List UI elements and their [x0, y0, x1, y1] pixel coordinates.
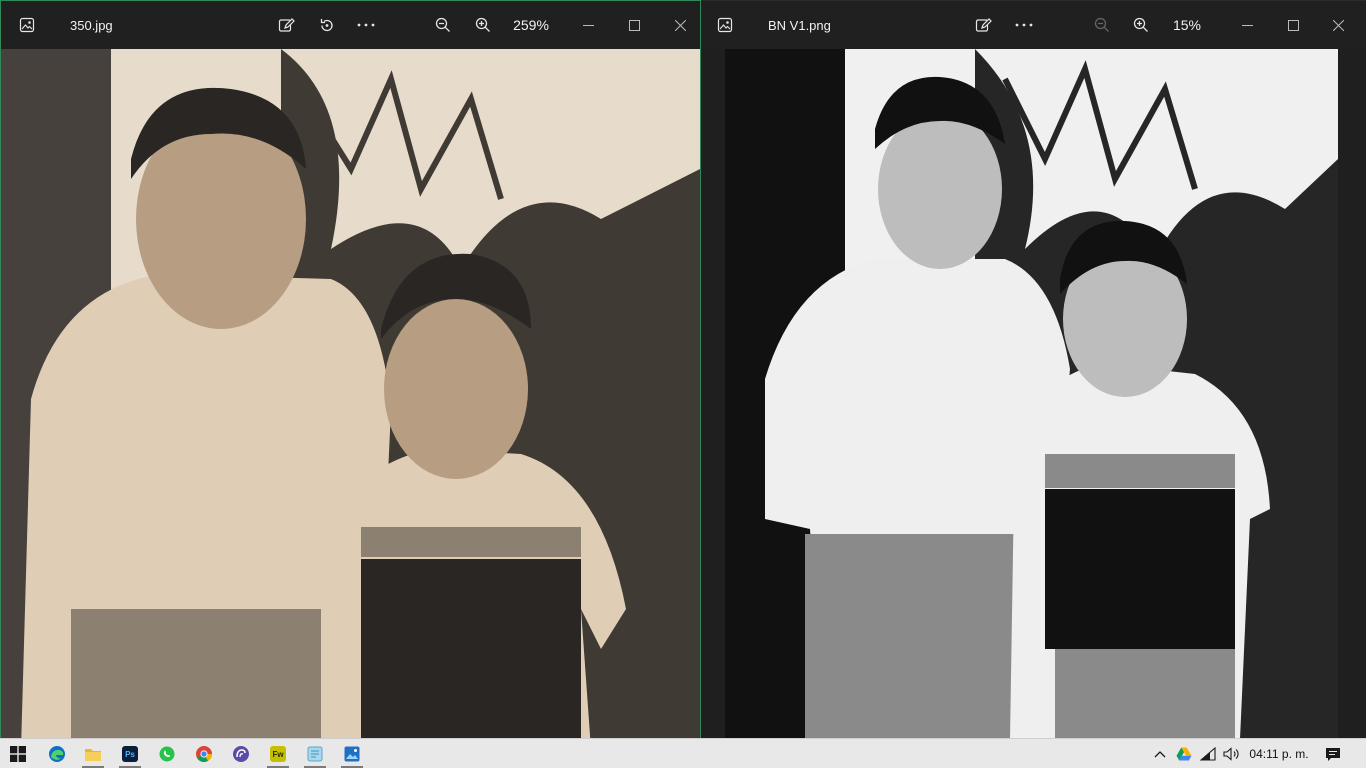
wifi-icon[interactable]: [1198, 739, 1218, 768]
edit-image-icon[interactable]: [970, 1, 996, 49]
google-drive-icon[interactable]: [1174, 739, 1194, 768]
photo-shape: [1045, 489, 1235, 649]
minimize-icon[interactable]: [573, 1, 603, 49]
photo-shape: [361, 559, 581, 738]
maximize-icon[interactable]: [619, 1, 649, 49]
title-bar: BN V1.png 15%: [701, 1, 1366, 49]
photos-window-right: BN V1.png 15%: [701, 0, 1366, 738]
chrome-icon[interactable]: [189, 739, 219, 768]
photo-sepia: [1, 49, 700, 738]
zoom-out-icon[interactable]: [1089, 1, 1115, 49]
photos-icon[interactable]: [337, 739, 367, 768]
notifications-icon[interactable]: [1320, 739, 1346, 768]
image-viewer[interactable]: [725, 49, 1338, 738]
notes-icon[interactable]: [300, 739, 330, 768]
edge-icon[interactable]: [42, 739, 72, 768]
close-icon[interactable]: [1323, 1, 1353, 49]
photo-shape: [71, 609, 321, 738]
image-icon[interactable]: [13, 1, 41, 49]
title-bar: 350.jpg 259%: [1, 1, 700, 49]
taskbar: Ps Fw 04:11 p. m.: [0, 738, 1366, 768]
minimize-icon[interactable]: [1232, 1, 1262, 49]
whatsapp-icon[interactable]: [152, 739, 182, 768]
arc-browser-icon[interactable]: [226, 739, 256, 768]
zoom-level[interactable]: 15%: [1165, 1, 1209, 49]
chevron-up-icon[interactable]: [1150, 739, 1170, 768]
photoshop-label: Ps: [122, 746, 138, 762]
photo-shape: [805, 534, 1015, 738]
photo-shape: [361, 527, 581, 557]
photo-shape: [878, 109, 1002, 269]
fireworks-icon[interactable]: Fw: [263, 739, 293, 768]
photo-shape: [384, 299, 528, 479]
photo-shape: [1045, 454, 1235, 488]
rotate-icon[interactable]: [313, 1, 339, 49]
photo-shape: [1055, 649, 1235, 738]
file-name: BN V1.png: [768, 17, 831, 33]
windows-start-icon[interactable]: [4, 739, 32, 768]
zoom-level[interactable]: 259%: [507, 1, 555, 49]
zoom-in-icon[interactable]: [1128, 1, 1154, 49]
zoom-out-icon[interactable]: [430, 1, 456, 49]
more-options-icon[interactable]: [1011, 1, 1037, 49]
maximize-icon[interactable]: [1278, 1, 1308, 49]
zoom-in-icon[interactable]: [470, 1, 496, 49]
photo-bw: [725, 49, 1338, 738]
photoshop-icon[interactable]: Ps: [115, 739, 145, 768]
image-viewer[interactable]: [1, 49, 700, 738]
photos-window-left: 350.jpg 259%: [0, 0, 701, 738]
edit-image-icon[interactable]: [273, 1, 299, 49]
file-name: 350.jpg: [70, 17, 113, 33]
volume-icon[interactable]: [1221, 739, 1243, 768]
close-icon[interactable]: [665, 1, 695, 49]
image-icon[interactable]: [711, 1, 739, 49]
file-explorer-icon[interactable]: [78, 739, 108, 768]
clock[interactable]: 04:11 p. m.: [1246, 739, 1312, 768]
more-options-icon[interactable]: [353, 1, 379, 49]
fireworks-label: Fw: [270, 746, 286, 762]
